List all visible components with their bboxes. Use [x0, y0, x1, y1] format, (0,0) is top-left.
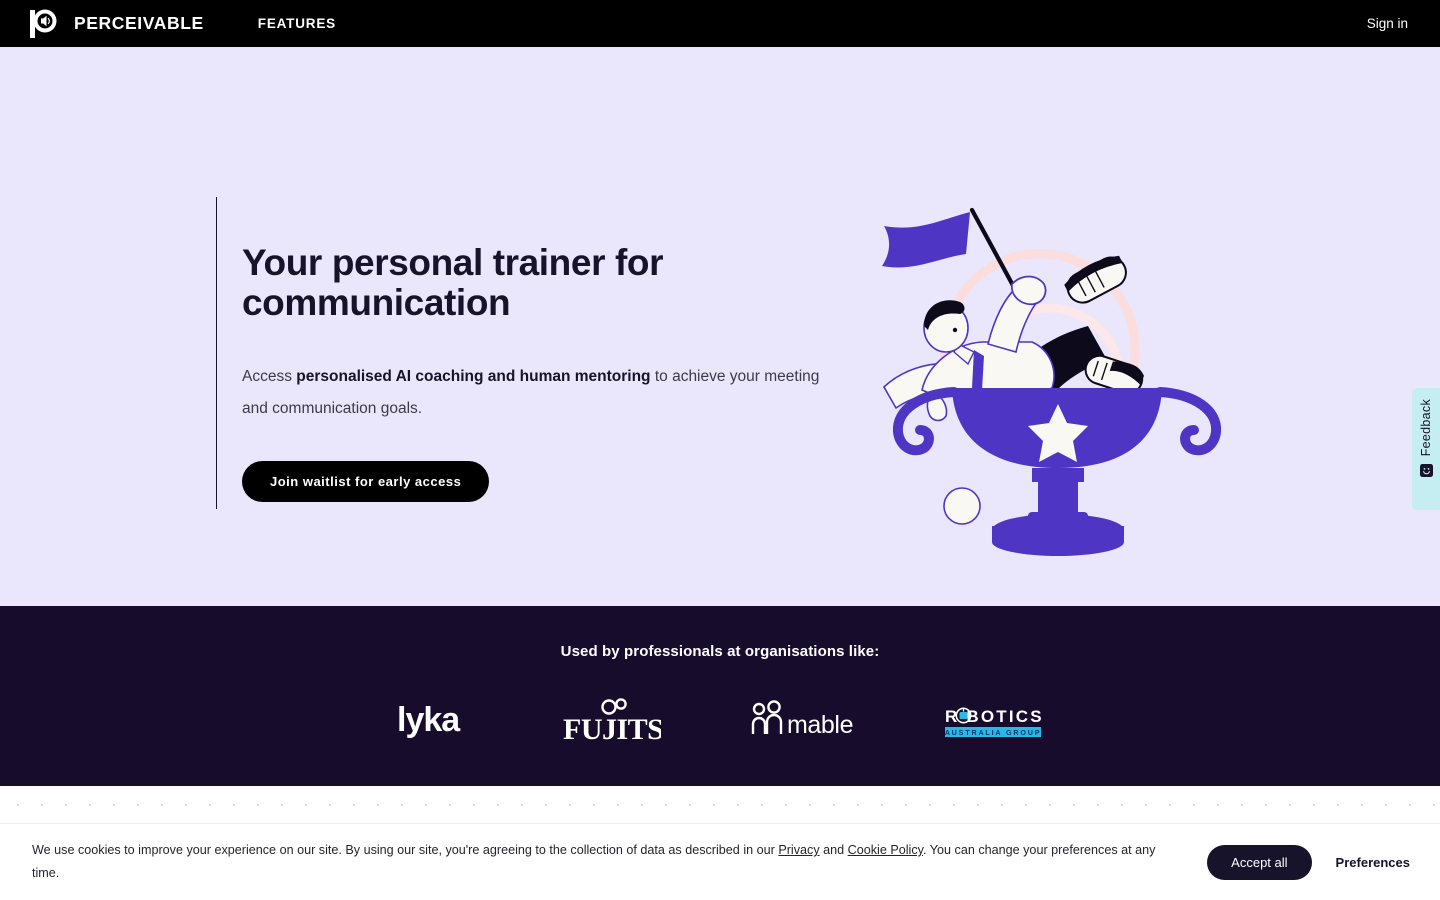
- top-navigation-bar: PERCEIVABLE FEATURES Sign in: [0, 0, 1440, 47]
- nav-link-features[interactable]: FEATURES: [258, 16, 336, 31]
- landing-page: PERCEIVABLE FEATURES Sign in Your person…: [0, 0, 1440, 900]
- svg-text:mable: mable: [787, 711, 853, 739]
- smiley-face-icon: [1419, 456, 1433, 482]
- robotics-australia-group-logo-icon: R BOTICS AUSTRALIA GROUP: [943, 698, 1043, 744]
- cookie-consent-text: We use cookies to improve your experienc…: [32, 839, 1172, 885]
- cookie-action-buttons: Accept all Preferences: [1207, 844, 1410, 880]
- decorative-dot-strip: [0, 786, 1440, 824]
- hero-subtitle-highlight: personalised AI coaching and human mento…: [296, 368, 651, 385]
- svg-text:AUSTRALIA GROUP: AUSTRALIA GROUP: [945, 728, 1042, 737]
- cookie-policy-link[interactable]: Cookie Policy: [848, 843, 923, 857]
- brand-logo-link[interactable]: PERCEIVABLE: [30, 8, 204, 40]
- nav-link-signin[interactable]: Sign in: [1367, 16, 1408, 31]
- feedback-label: Feedback: [1419, 399, 1433, 457]
- hero-copy-block: Your personal trainer for communication …: [216, 197, 856, 509]
- person-in-trophy-waving-flag-illustration: [862, 192, 1222, 557]
- privacy-policy-link[interactable]: Privacy: [778, 843, 819, 857]
- client-logo-row: lyka FUJITSU mable: [0, 698, 1440, 744]
- hero-subtitle-lead: Access: [242, 368, 297, 385]
- mable-people-logo-icon: mable: [749, 698, 855, 744]
- hero-title: Your personal trainer for communication: [242, 242, 664, 323]
- svg-text:lyka: lyka: [397, 701, 461, 739]
- join-waitlist-button[interactable]: Join waitlist for early access: [242, 461, 490, 502]
- social-proof-section: Used by professionals at organisations l…: [0, 606, 1440, 786]
- accept-all-button[interactable]: Accept all: [1207, 844, 1312, 880]
- cookie-text-and: and: [819, 843, 848, 857]
- social-proof-title: Used by professionals at organisations l…: [560, 643, 880, 660]
- hero-subtitle: Access personalised AI coaching and huma…: [242, 361, 842, 425]
- cookie-text-part1: We use cookies to improve your experienc…: [32, 843, 779, 857]
- brand-name-text: PERCEIVABLE: [74, 13, 204, 33]
- lyka-wordmark-logo-icon: lyka: [397, 698, 475, 744]
- perceivable-p-speaker-logo-icon: [30, 8, 60, 40]
- feedback-tab[interactable]: Feedback: [1412, 388, 1440, 510]
- hero-section: Your personal trainer for communication …: [0, 47, 1440, 606]
- preferences-button[interactable]: Preferences: [1336, 855, 1410, 870]
- fujitsu-wordmark-logo-icon: FUJITSU: [563, 698, 661, 744]
- svg-text:FUJITSU: FUJITSU: [563, 713, 661, 744]
- cookie-consent-banner: We use cookies to improve your experienc…: [0, 824, 1440, 900]
